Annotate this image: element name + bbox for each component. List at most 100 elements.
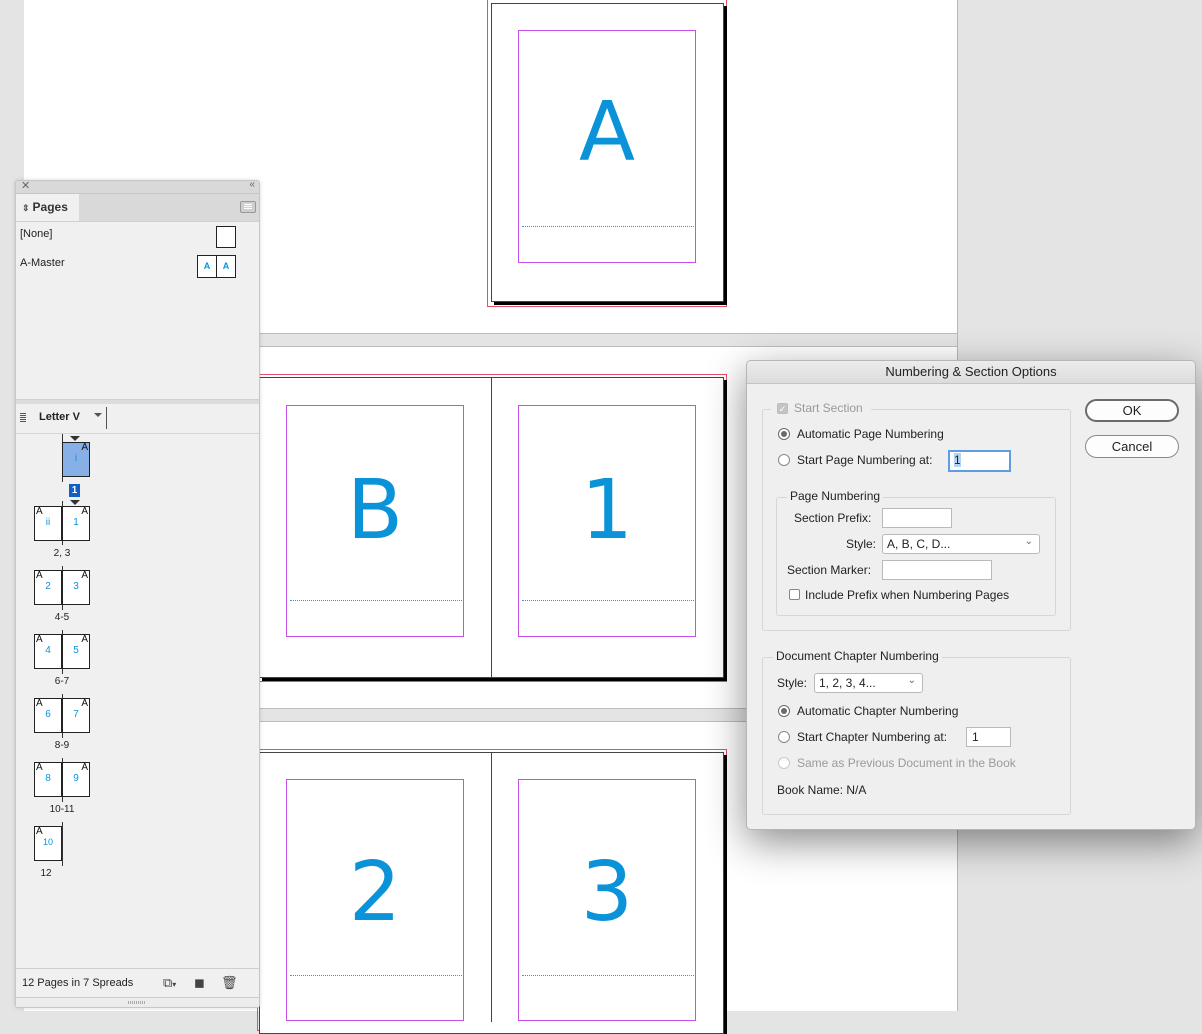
page-style-select[interactable]: A, B, C, D... ⌄ <box>882 534 1040 554</box>
chapter-numbering-legend: Document Chapter Numbering <box>773 649 942 663</box>
baseline-guide <box>522 600 694 601</box>
baseline-guide <box>522 226 694 227</box>
start-page-number-field[interactable]: 1 <box>948 450 1011 472</box>
section-marker-label: Section Marker: <box>787 563 872 577</box>
include-prefix-checkbox[interactable] <box>789 589 800 600</box>
start-chapter-numbering-label[interactable]: Start Chapter Numbering at: <box>797 730 947 744</box>
page-number-glyph: 3 <box>580 845 634 940</box>
baseline-guide <box>522 975 694 976</box>
page-style-label: Style: <box>846 537 877 551</box>
page-numbering-legend: Page Numbering <box>787 489 884 503</box>
section-marker-icon <box>70 500 80 505</box>
start-page-numbering-radio[interactable] <box>778 454 790 466</box>
same-as-previous-label: Same as Previous Document in the Book <box>797 756 1016 770</box>
grip-icon[interactable] <box>20 413 26 423</box>
numbering-section-options-dialog: Numbering & Section Options ✓ Start Sect… <box>746 360 1196 830</box>
master-thumb-a-left[interactable]: A <box>197 255 217 278</box>
close-icon[interactable]: ✕ <box>21 179 30 192</box>
start-chapter-numbering-radio[interactable] <box>778 731 790 743</box>
master-thumb-label: A <box>203 261 211 271</box>
chapter-style-value: 1, 2, 3, 4... <box>819 676 876 690</box>
spread-label[interactable]: 6-7 <box>32 676 92 687</box>
page-number: 5 <box>73 645 79 656</box>
automatic-chapter-numbering-radio[interactable] <box>778 705 790 717</box>
master-thumb-a-right[interactable]: A <box>216 255 236 278</box>
master-prefix: A <box>36 762 43 773</box>
section-marker-icon <box>70 436 80 441</box>
page-number: 8 <box>45 773 51 784</box>
page-number: 4 <box>45 645 51 656</box>
panel-menu-button[interactable] <box>240 201 256 213</box>
automatic-page-numbering-radio[interactable] <box>778 428 790 440</box>
master-thumb-none[interactable] <box>216 226 236 248</box>
start-page-numbering-label[interactable]: Start Page Numbering at: <box>797 453 932 467</box>
cancel-button[interactable]: Cancel <box>1085 435 1179 458</box>
spread-label-selected[interactable]: 1 <box>69 484 80 497</box>
spread-label[interactable]: 8-9 <box>32 740 92 751</box>
panel-tab-bar: ⇕ Pages <box>16 194 259 222</box>
page-number: ii <box>45 517 51 528</box>
spread-spine <box>62 822 63 866</box>
page-style-value: A, B, C, D... <box>887 537 951 551</box>
master-label: [None] <box>20 228 53 240</box>
page-number: 7 <box>73 709 79 720</box>
chapter-style-select[interactable]: 1, 2, 3, 4... ⌄ <box>814 673 923 693</box>
ok-button[interactable]: OK <box>1085 399 1179 422</box>
master-prefix: A <box>36 570 43 581</box>
section-marker-field[interactable] <box>882 560 992 580</box>
master-item-none[interactable]: [None] <box>20 228 52 240</box>
baseline-guide <box>290 975 462 976</box>
spread-label[interactable]: 4-5 <box>32 612 92 623</box>
master-prefix: A <box>81 762 88 773</box>
new-page-icon[interactable]: ◼ <box>194 975 205 991</box>
page-number: 2 <box>45 581 51 592</box>
start-page-number-value: 1 <box>954 453 961 467</box>
page-number: 9 <box>73 773 79 784</box>
page-number: i <box>74 453 78 464</box>
tab-expand-icon: ⇕ <box>22 203 30 213</box>
panel-title-bar[interactable]: ✕ ‹‹ <box>16 179 259 194</box>
same-as-previous-radio[interactable] <box>778 757 790 769</box>
page-count-status: 12 Pages in 7 Spreads <box>22 977 134 989</box>
spine <box>491 752 492 1022</box>
baseline-guide <box>290 600 462 601</box>
automatic-chapter-numbering-label[interactable]: Automatic Chapter Numbering <box>797 704 958 718</box>
master-prefix: A <box>81 506 88 517</box>
master-label: A-Master <box>20 257 65 269</box>
master-item-a[interactable]: A-Master <box>20 257 65 269</box>
page-number-glyph: A <box>578 85 636 180</box>
panel-footer: 12 Pages in 7 Spreads ⧉▾ ◼ 🗑 <box>16 968 259 997</box>
master-prefix: A <box>81 634 88 645</box>
page-size-label[interactable]: Letter V <box>39 411 80 423</box>
page-number: 6 <box>45 709 51 720</box>
spread-label[interactable]: 2, 3 <box>32 548 92 559</box>
page-number: 10 <box>42 837 53 847</box>
spread-label[interactable]: 12 <box>16 868 76 879</box>
automatic-page-numbering-label[interactable]: Automatic Page Numbering <box>797 427 944 441</box>
spread-label[interactable]: 10-11 <box>32 804 92 815</box>
collapse-icon[interactable]: ‹‹ <box>249 179 255 190</box>
chevron-down-icon: ⌄ <box>907 675 916 686</box>
start-chapter-number-field[interactable]: 1 <box>966 727 1011 747</box>
section-prefix-label: Section Prefix: <box>794 511 872 525</box>
master-thumb-label: A <box>222 261 230 271</box>
page-size-bar: Letter V <box>16 403 259 434</box>
trash-icon[interactable]: 🗑 <box>221 975 238 991</box>
edit-page-size-icon[interactable]: ⧉▾ <box>163 975 176 991</box>
master-prefix: A <box>81 442 88 453</box>
tab-pages[interactable]: ⇕ Pages <box>16 194 79 221</box>
start-section-label: Start Section <box>794 401 863 415</box>
include-prefix-label[interactable]: Include Prefix when Numbering Pages <box>805 588 1009 602</box>
panel-resize-handle[interactable] <box>16 997 259 1007</box>
master-prefix: A <box>36 698 43 709</box>
chevron-down-icon: ⌄ <box>1024 536 1033 547</box>
start-section-checkbox[interactable]: ✓ <box>777 403 788 414</box>
page-number: 1 <box>73 517 79 528</box>
tab-label: Pages <box>32 200 68 214</box>
page-number: 3 <box>73 581 79 592</box>
master-prefix: A <box>81 698 88 709</box>
section-prefix-field[interactable] <box>882 508 952 528</box>
master-prefix: A <box>36 506 43 517</box>
chevron-down-icon[interactable] <box>94 413 102 417</box>
spine <box>491 377 492 677</box>
